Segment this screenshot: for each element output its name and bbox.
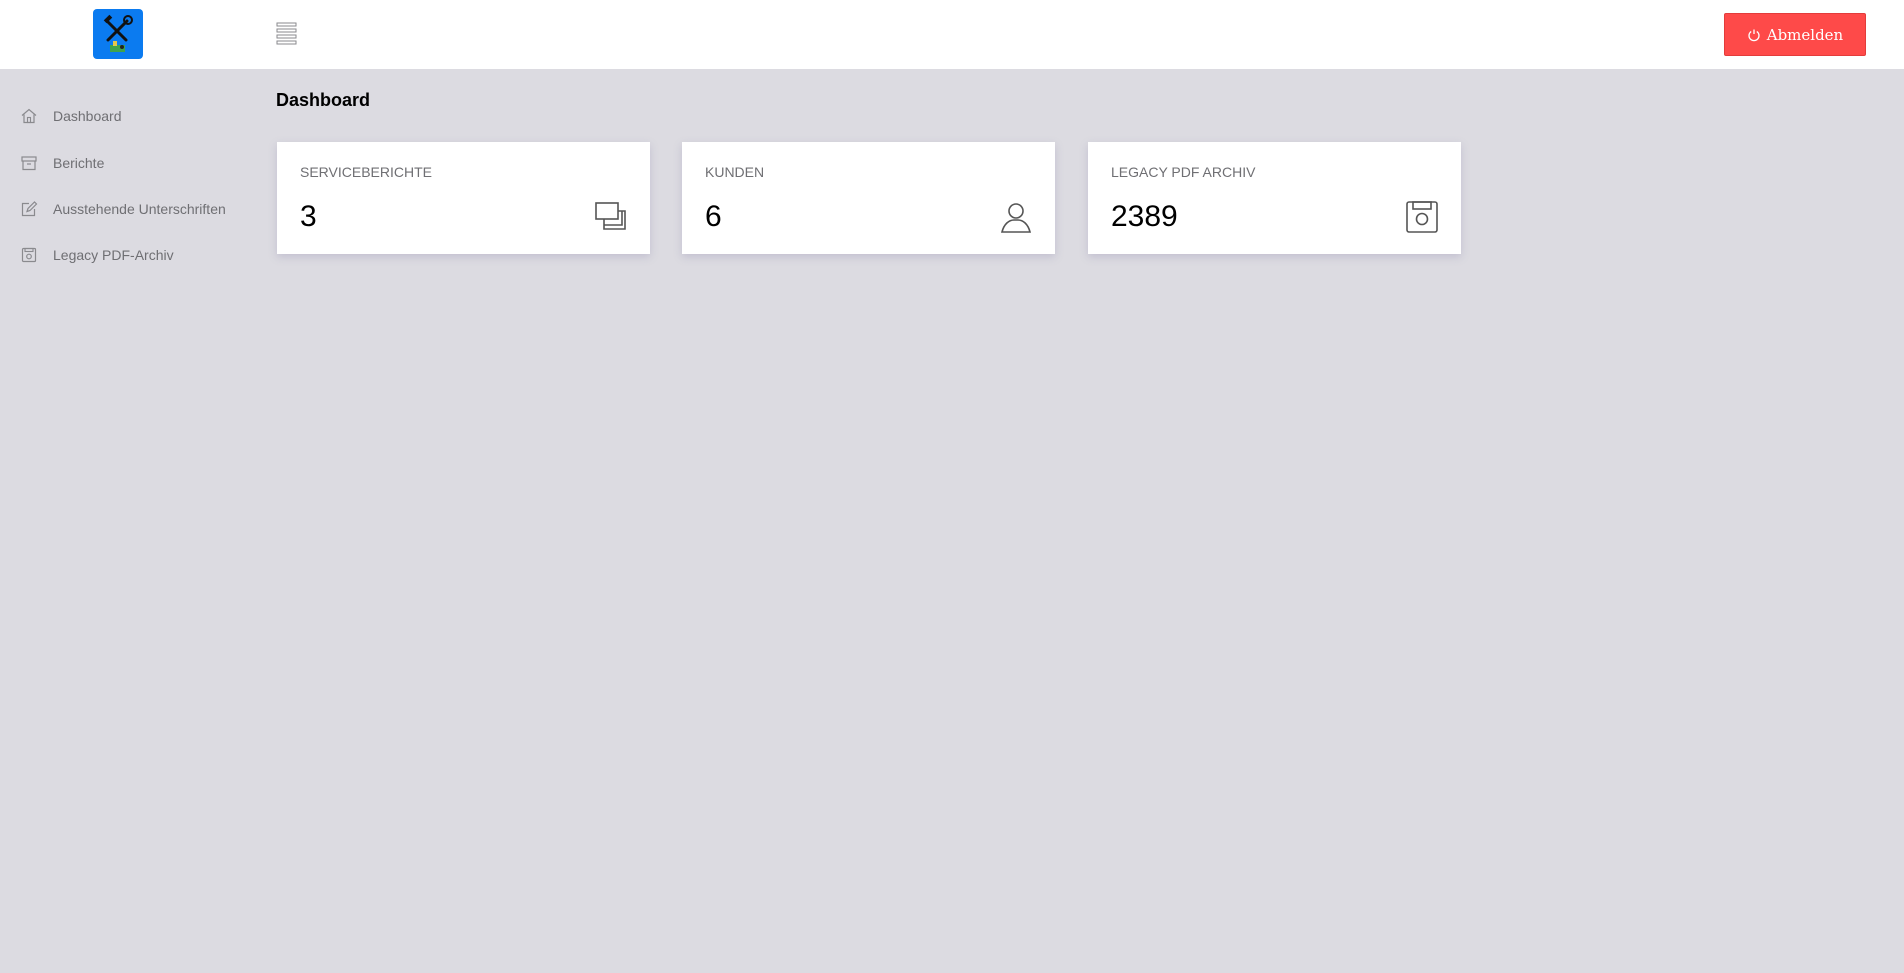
sidebar-item-label: Dashboard — [53, 108, 122, 124]
archive-icon — [20, 154, 38, 172]
stat-card-value: 6 — [705, 200, 722, 233]
save-icon — [1405, 200, 1439, 234]
app-logo[interactable] — [93, 9, 143, 59]
logout-button[interactable]: Abmelden — [1724, 13, 1866, 56]
top-bar: Abmelden — [0, 0, 1904, 69]
stat-card-label: KUNDEN — [705, 164, 765, 180]
sidebar-item-berichte[interactable]: Berichte — [20, 148, 104, 178]
edit-icon — [20, 200, 38, 218]
sidebar-item-ausstehende-unterschriften[interactable]: Ausstehende Unterschriften — [20, 194, 226, 224]
sidebar-item-legacy-pdf-archiv[interactable]: Legacy PDF-Archiv — [20, 240, 174, 270]
page-title: Dashboard — [276, 90, 371, 110]
stat-card-value: 3 — [300, 200, 317, 233]
logout-label: Abmelden — [1766, 25, 1844, 44]
stat-card-label: LEGACY PDF ARCHIV — [1111, 164, 1256, 180]
home-icon — [20, 107, 38, 125]
power-icon — [1748, 29, 1760, 41]
user-icon — [999, 200, 1033, 234]
copy-icon — [594, 200, 628, 234]
sidebar-item-label: Ausstehende Unterschriften — [53, 201, 226, 217]
tools-icon — [103, 14, 133, 52]
sidebar-item-label: Berichte — [53, 155, 105, 171]
sidebar-item-label: Legacy PDF-Archiv — [53, 247, 174, 263]
stat-card-legacy-pdf-archiv[interactable]: LEGACY PDF ARCHIV 2389 — [1088, 142, 1461, 254]
menu-toggle-icon[interactable] — [275, 20, 299, 46]
stat-card-value: 2389 — [1111, 200, 1178, 233]
stat-card-serviceberichte[interactable]: SERVICEBERICHTE 3 — [277, 142, 650, 254]
stat-card-label: SERVICEBERICHTE — [300, 164, 432, 180]
sidebar-item-dashboard[interactable]: Dashboard — [20, 101, 122, 131]
stat-card-kunden[interactable]: KUNDEN 6 — [682, 142, 1055, 254]
save-icon — [20, 246, 38, 264]
